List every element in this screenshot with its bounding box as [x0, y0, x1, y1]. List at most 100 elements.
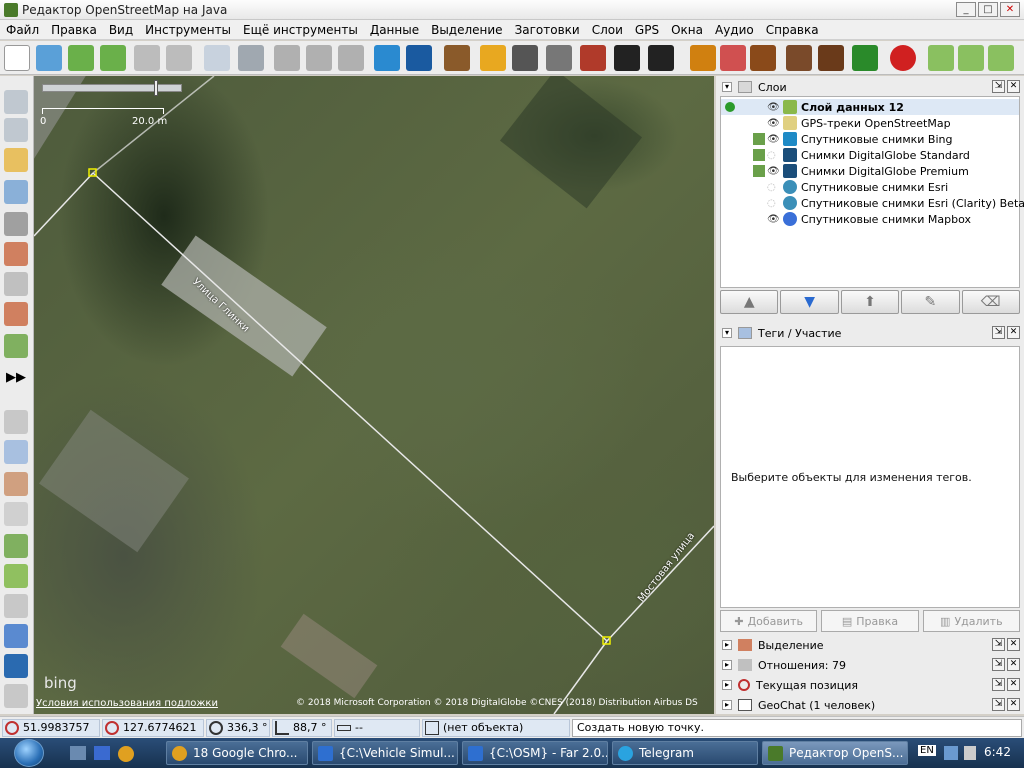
map-view[interactable]: Улица Глинки Мостовая улица 0 20.0 m bin…: [34, 76, 714, 714]
toggle-history-icon[interactable]: [4, 502, 28, 526]
taskbar-telegram[interactable]: Telegram: [612, 741, 758, 765]
draw-tool-icon[interactable]: [4, 148, 28, 172]
open-file-icon[interactable]: [36, 45, 62, 71]
building-tool-icon[interactable]: [4, 334, 28, 358]
hidden-eye-icon[interactable]: ◌: [767, 182, 776, 193]
quicklaunch-chrome-icon[interactable]: [118, 746, 134, 762]
zoom-data-icon[interactable]: [204, 45, 230, 71]
close-panel-button[interactable]: ✕: [1007, 678, 1020, 691]
close-panel-button[interactable]: ✕: [1007, 698, 1020, 711]
layer-row[interactable]: 👁 GPS-треки OpenStreetMap: [721, 115, 1019, 131]
filter-icon[interactable]: [4, 684, 28, 708]
path-preset-icon[interactable]: [546, 45, 572, 71]
car-icon[interactable]: [614, 45, 640, 71]
menu-layers[interactable]: Слои: [586, 23, 629, 37]
merge-layer-button[interactable]: ⬆: [840, 290, 900, 314]
relations-panel-header[interactable]: ▸ Отношения: 79 ⇲ ✕: [716, 656, 1024, 674]
visibility-eye-icon[interactable]: 👁: [767, 214, 780, 225]
select-tool-icon[interactable]: [4, 90, 28, 114]
menu-presets[interactable]: Заготовки: [509, 23, 586, 37]
taskbar-chrome[interactable]: 18 Google Chro...: [166, 741, 308, 765]
osm-way-line[interactable]: [92, 172, 608, 642]
preferences-icon[interactable]: [238, 45, 264, 71]
toggle-layers-icon[interactable]: [4, 410, 28, 434]
zoom-slider-handle[interactable]: [154, 80, 158, 96]
wall-preset-icon[interactable]: [580, 45, 606, 71]
selection-panel-header[interactable]: ▸ Выделение ⇲ ✕: [716, 636, 1024, 654]
align-icon[interactable]: [928, 45, 954, 71]
validator-icon[interactable]: [4, 654, 28, 678]
undock-button[interactable]: ⇲: [992, 658, 1005, 671]
move-up-button[interactable]: ▲: [720, 290, 779, 314]
taskbar-josm[interactable]: Редактор OpenS...: [762, 741, 908, 765]
clock[interactable]: 6:42: [984, 745, 1011, 759]
redo-icon[interactable]: [166, 45, 192, 71]
shop-marker-icon[interactable]: [890, 45, 916, 71]
parallel-way-icon[interactable]: [4, 272, 28, 296]
toggle-notes-icon[interactable]: [4, 564, 28, 588]
expand-arrow-icon[interactable]: ▸: [722, 660, 732, 670]
toggle-tags-icon[interactable]: [4, 440, 28, 464]
move-icon[interactable]: [958, 45, 984, 71]
tree-icon[interactable]: [852, 45, 878, 71]
railway-preset-icon[interactable]: [444, 45, 470, 71]
reverse-way-icon[interactable]: [338, 45, 364, 71]
menu-tools[interactable]: Инструменты: [139, 23, 237, 37]
restaurant-icon[interactable]: [750, 45, 776, 71]
undock-button[interactable]: ⇲: [992, 638, 1005, 651]
lasso-tool-icon[interactable]: [4, 118, 28, 142]
layer-row[interactable]: 👁 Слой данных 12: [721, 99, 1019, 115]
layer-row[interactable]: ◌ Снимки DigitalGlobe Standard: [721, 147, 1019, 163]
visibility-eye-icon[interactable]: 👁: [767, 102, 780, 113]
toggle-users-icon[interactable]: [4, 594, 28, 618]
layer-row[interactable]: ◌ Спутниковые снимки Esri (Clarity) Beta: [721, 195, 1024, 211]
waterway-preset-icon[interactable]: [374, 45, 400, 71]
zoom-tool-icon[interactable]: [4, 180, 28, 204]
edit-tag-button[interactable]: ▤ Правка: [821, 610, 919, 632]
maximize-button[interactable]: □: [978, 2, 998, 17]
layer-row[interactable]: 👁 Спутниковые снимки Bing: [721, 131, 1019, 147]
more-tools-icon[interactable]: ▶▶: [4, 366, 28, 390]
toggle-selection-icon[interactable]: [4, 534, 28, 558]
close-panel-button[interactable]: ✕: [1007, 80, 1020, 93]
layer-row[interactable]: 👁 Спутниковые снимки Mapbox: [721, 211, 1019, 227]
combine-way-icon[interactable]: [306, 45, 332, 71]
menu-help[interactable]: Справка: [760, 23, 825, 37]
menu-audio[interactable]: Аудио: [709, 23, 760, 37]
position-panel-header[interactable]: ▸ Текущая позиция ⇲ ✕: [716, 676, 1024, 694]
menu-edit[interactable]: Правка: [45, 23, 103, 37]
language-indicator[interactable]: EN: [918, 745, 936, 756]
imagery-terms-link[interactable]: Условия использования подложки: [36, 698, 218, 709]
start-button-icon[interactable]: [14, 739, 44, 767]
menu-view[interactable]: Вид: [103, 23, 139, 37]
road-preset-icon[interactable]: [480, 45, 506, 71]
tags-panel-header[interactable]: ▾ Теги / Участие ⇲ ✕: [716, 324, 1024, 342]
balloons-icon[interactable]: [720, 45, 746, 71]
taskbar-far-osm[interactable]: {C:\OSM} - Far 2.0...: [462, 741, 608, 765]
quicklaunch-desktop-icon[interactable]: [70, 746, 86, 760]
coastline-preset-icon[interactable]: [406, 45, 432, 71]
bus-icon[interactable]: [648, 45, 674, 71]
improve-way-icon[interactable]: [4, 242, 28, 266]
move-down-button[interactable]: ▼: [780, 290, 839, 314]
delete-tool-icon[interactable]: [4, 212, 28, 236]
menu-windows[interactable]: Окна: [665, 23, 709, 37]
menu-selection[interactable]: Выделение: [425, 23, 508, 37]
taskbar-far-vehicle[interactable]: {C:\Vehicle Simul...: [312, 741, 458, 765]
expand-icon[interactable]: [988, 45, 1014, 71]
new-layer-icon[interactable]: [4, 45, 30, 71]
expand-arrow-icon[interactable]: ▸: [722, 680, 732, 690]
delete-layer-button[interactable]: ⌫: [961, 290, 1021, 314]
warning-icon[interactable]: [690, 45, 716, 71]
undock-button[interactable]: ⇲: [992, 80, 1005, 93]
zoom-slider[interactable]: [42, 84, 182, 92]
delete-tag-button[interactable]: ▥ Удалить: [922, 610, 1020, 632]
hidden-eye-icon[interactable]: ◌: [767, 150, 776, 161]
close-panel-button[interactable]: ✕: [1007, 638, 1020, 651]
upload-icon[interactable]: [100, 45, 126, 71]
expand-arrow-icon[interactable]: ▸: [722, 640, 732, 650]
menu-gps[interactable]: GPS: [629, 23, 665, 37]
osm-way-line[interactable]: [34, 172, 94, 237]
hidden-eye-icon[interactable]: ◌: [767, 198, 776, 209]
undock-button[interactable]: ⇲: [992, 698, 1005, 711]
